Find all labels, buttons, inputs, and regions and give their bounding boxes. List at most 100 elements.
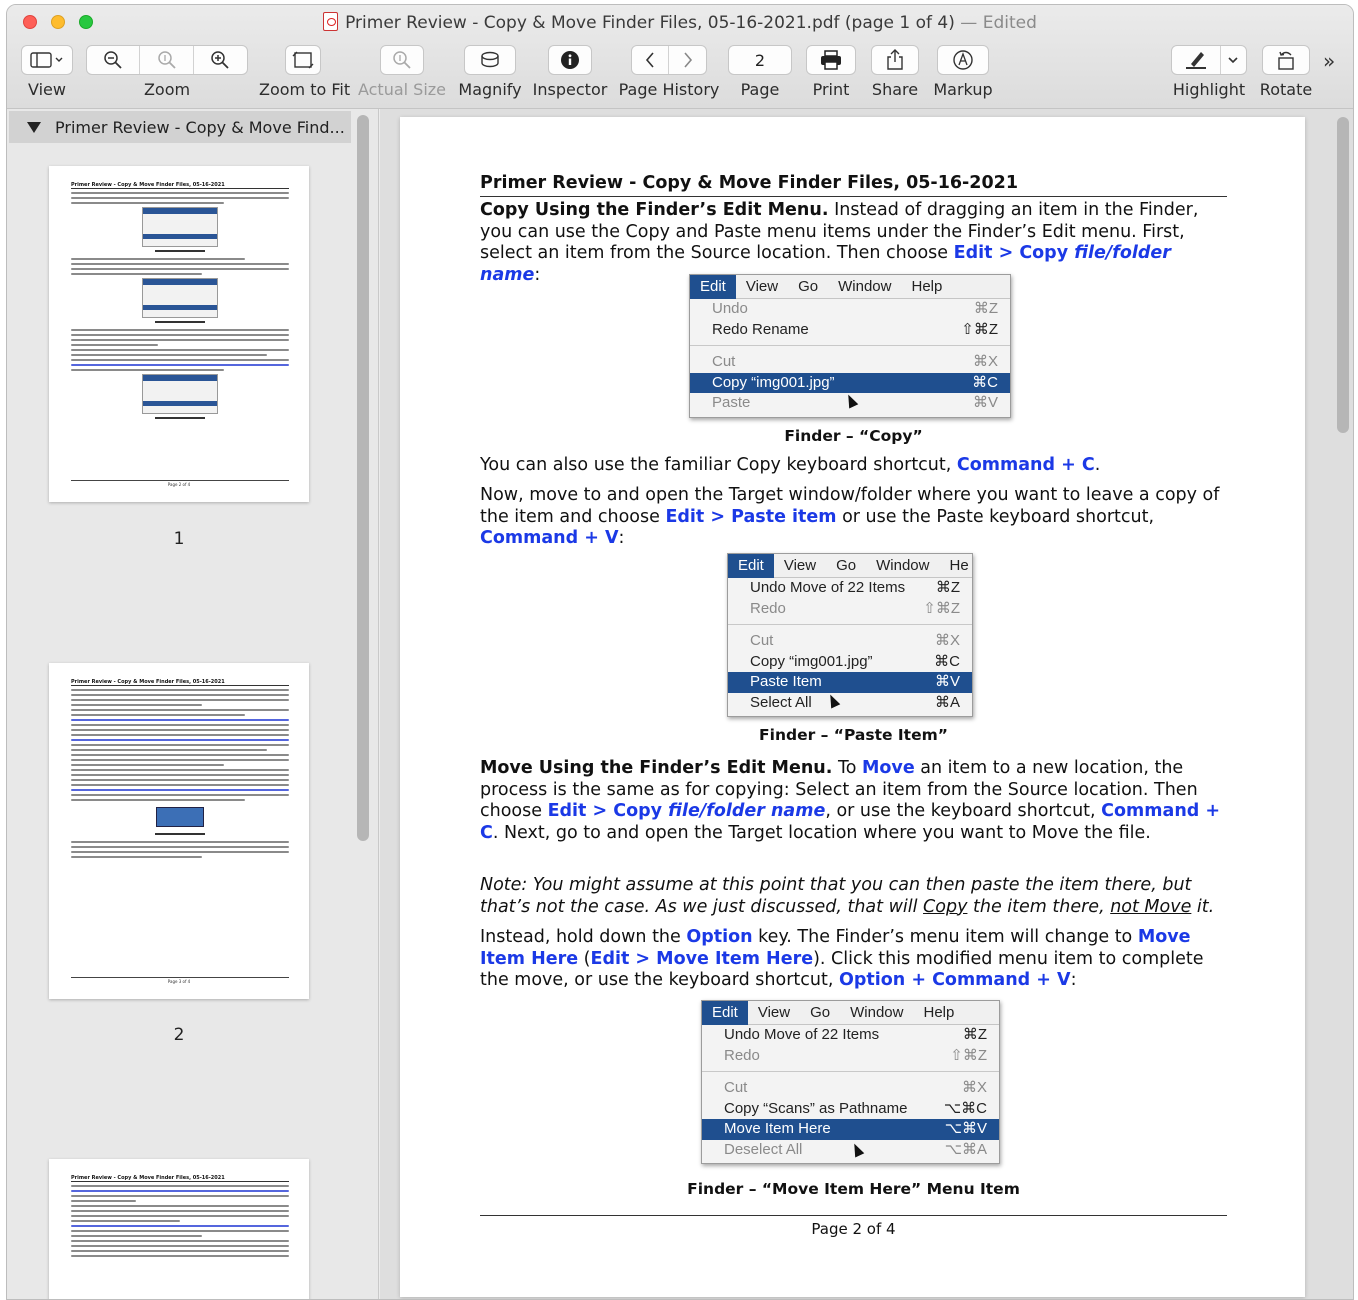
figure-menubar-edit: Edit	[690, 274, 736, 299]
magnify-label: Magnify	[458, 80, 522, 99]
window-title: Primer Review - Copy & Move Finder Files…	[7, 12, 1353, 33]
figure-menubar-window: Window	[850, 1003, 904, 1021]
link-command-v[interactable]: Command + V	[480, 528, 619, 548]
highlight-button[interactable]	[1172, 46, 1221, 74]
thumbnail-sidebar: Primer Review - Copy & Move Find... Prim…	[7, 109, 379, 1299]
link-edit-copy-2[interactable]: Edit > Copy	[548, 801, 669, 821]
finder-copy-menu-figure: Edit View Go Window Help Undo ⌘Z Redo Rename ⇧⌘…	[689, 274, 1011, 418]
rotate-button[interactable]	[1262, 45, 1310, 75]
figure-menu-item: Cut ⌘X	[728, 631, 972, 652]
figure-menu-item-shortcut: ⌘X	[961, 1079, 987, 1096]
figure-menu-item-label: Move Item Here	[724, 1120, 831, 1137]
page-label: Page	[740, 80, 780, 99]
figure-menu-item: Deselect All ⌥⌘A	[702, 1140, 999, 1161]
link-move[interactable]: Move	[862, 758, 915, 778]
zoom-in-button[interactable]	[194, 46, 247, 74]
figure-menubar-view: View	[745, 277, 779, 295]
sidebar-scrollbar[interactable]	[357, 115, 369, 841]
figure-menu-item-shortcut: ⇧⌘Z	[961, 320, 998, 338]
highlight-label: Highlight	[1172, 80, 1246, 99]
figure-caption-move-item-here: Finder – “Move Item Here” Menu Item	[687, 1180, 1020, 1198]
page-number-field[interactable]: 2	[728, 45, 792, 75]
printer-icon	[821, 50, 841, 70]
figure-menu-item: Copy “img001.jpg” ⌘C	[728, 652, 972, 673]
highlight-control	[1171, 45, 1247, 75]
magnify-loupe-icon	[481, 51, 499, 68]
thumbnail-title: Primer Review - Copy & Move Finder Files…	[71, 1175, 289, 1182]
page-back-button[interactable]	[632, 46, 670, 74]
inspector-button[interactable]	[548, 45, 592, 75]
thumbnail-number-2: 2	[173, 1025, 185, 1045]
zoom-out-button[interactable]	[87, 46, 141, 74]
disclosure-triangle-icon[interactable]	[27, 121, 41, 133]
page-thumbnail-3[interactable]: Primer Review - Copy & Move Finder Files…	[49, 1159, 309, 1299]
link-option[interactable]: Option	[686, 927, 752, 947]
view-menu-button[interactable]	[21, 45, 73, 75]
figure-menubar-he: He	[949, 556, 969, 574]
figure-menu-item: Redo ⇧⌘Z	[728, 599, 972, 620]
thumbnail-menu-figure	[142, 374, 218, 414]
link-file-folder-name-2[interactable]: file/folder name	[668, 801, 825, 821]
figure-menubar-go: Go	[798, 277, 819, 295]
figure-menu-items: Undo Move of 22 Items ⌘Z Redo ⇧⌘Z Cut ⌘X Copy …	[728, 578, 972, 716]
share-label: Share	[871, 80, 919, 99]
figure-menubar-help: Help	[911, 277, 943, 295]
figure-menu-item-shortcut: ⌥⌘V	[944, 1120, 987, 1137]
zoom-label: Zoom	[143, 80, 191, 99]
figure-menubar-window: Window	[838, 277, 892, 295]
rotate-label: Rotate	[1259, 80, 1313, 99]
figure-menu-separator	[728, 624, 972, 625]
preview-window: Primer Review - Copy & Move Finder Files…	[6, 4, 1354, 1300]
finder-move-item-menu-figure: Edit View Go Window Help Undo Move of 22 Ite…	[701, 1000, 1000, 1164]
sidebar-document-header[interactable]: Primer Review - Copy & Move Find...	[9, 111, 351, 143]
figure-menu-item-label: Redo	[750, 599, 786, 617]
page-thumbnail-1[interactable]: Primer Review - Copy & Move Finder Files…	[49, 166, 309, 502]
thumbnail-badge-figure	[156, 807, 204, 827]
figure-menu-item-shortcut: ⌥⌘C	[943, 1099, 987, 1117]
figure-menu-item-shortcut: ⌥⌘A	[944, 1140, 987, 1158]
document-view[interactable]: Primer Review - Copy & Move Finder Files…	[380, 109, 1353, 1299]
zoom-to-fit-button[interactable]	[285, 45, 321, 75]
link-option-command-v[interactable]: Option + Command + V	[839, 970, 1071, 990]
figure-menu-item: Undo ⌘Z	[690, 299, 1010, 320]
actual-size-button[interactable]	[380, 45, 424, 75]
print-button[interactable]	[806, 45, 856, 75]
page-title: Primer Review - Copy & Move Finder Files…	[480, 173, 1227, 197]
zoom-in-icon	[211, 51, 229, 69]
link-edit-copy[interactable]: Edit > Copy	[954, 243, 1075, 263]
figure-menu-item: Undo Move of 22 Items ⌘Z	[728, 578, 972, 599]
markup-button[interactable]	[937, 45, 989, 75]
link-edit-move-item-here[interactable]: Edit > Move Item Here	[590, 949, 813, 969]
paragraph-paste: Now, move to and open the Target window/…	[480, 485, 1220, 548]
link-edit-paste-item[interactable]: Edit > Paste item	[665, 507, 836, 527]
page-forward-button[interactable]	[669, 46, 706, 74]
figure-menubar-go: Go	[836, 556, 857, 574]
sidebar-icon	[30, 52, 63, 68]
figure-menu-item-shortcut: ⌘C	[934, 652, 960, 670]
figure-menu-item: Undo Move of 22 Items ⌘Z	[702, 1025, 999, 1046]
figure-menu-item: Copy “Scans” as Pathname ⌥⌘C	[702, 1099, 999, 1120]
figure-menu-item-label: Paste Item	[750, 673, 822, 690]
figure-menubar: Edit View Go Window He	[728, 553, 972, 578]
toolbar-overflow-button[interactable]: »	[1323, 49, 1335, 73]
magnify-button[interactable]	[464, 45, 516, 75]
zoom-to-fit-tool: Zoom to Fit	[259, 45, 350, 99]
chevron-down-icon	[1228, 57, 1238, 64]
zoom-out-icon	[104, 51, 122, 69]
figure-menu-item: Redo Rename ⇧⌘Z	[690, 320, 1010, 341]
document-scrollbar[interactable]	[1337, 117, 1349, 433]
link-command-c[interactable]: Command + C	[957, 455, 1095, 475]
figure-menubar-edit: Edit	[728, 553, 774, 578]
pdf-file-icon[interactable]	[323, 12, 339, 31]
thumbnail-footer-text: Page 3 of 4	[167, 979, 191, 984]
share-button[interactable]	[871, 45, 919, 75]
highlight-options-button[interactable]	[1221, 46, 1246, 74]
figure-menu-separator	[690, 345, 1010, 346]
figure-menu-item-label: Cut	[712, 353, 736, 370]
actual-zoom-button[interactable]	[140, 46, 194, 74]
figure-menu-item-label: Undo	[712, 300, 748, 317]
page-thumbnail-2[interactable]: Primer Review - Copy & Move Finder Files…	[49, 663, 309, 999]
zoom-tool: Zoom	[85, 45, 249, 99]
figure-menu-item: Cut ⌘X	[702, 1078, 999, 1099]
figure-menu-item: Paste Item ⌘V	[728, 672, 972, 693]
